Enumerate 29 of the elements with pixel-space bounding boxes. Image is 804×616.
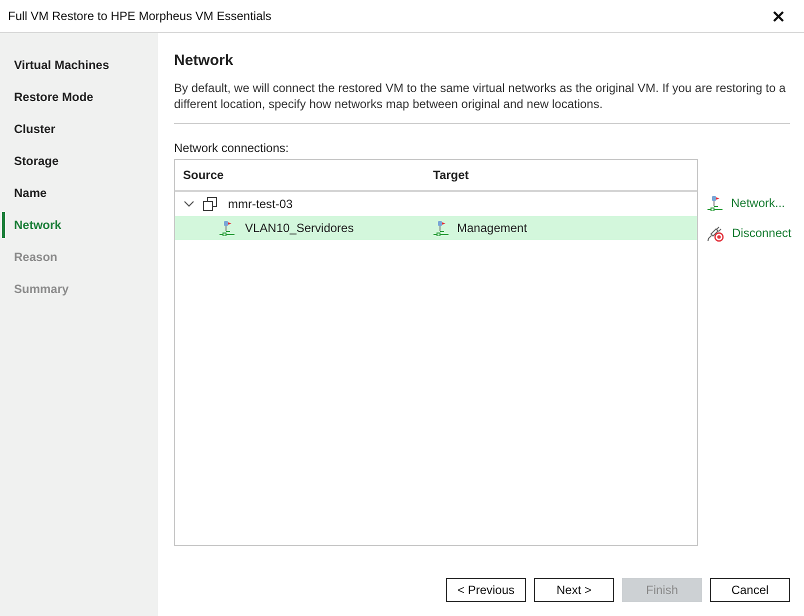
wizard-step[interactable]: Restore Mode — [2, 84, 158, 110]
list-label: Network connections: — [174, 141, 290, 155]
window-title: Full VM Restore to HPE Morpheus VM Essentials — [8, 9, 272, 23]
wizard-step[interactable]: Storage — [2, 148, 158, 174]
wizard-step[interactable]: Cluster — [2, 116, 158, 142]
source-name: mmr-test-03 — [228, 197, 293, 211]
source-name: VLAN10_Servidores — [245, 221, 354, 235]
network-icon — [219, 220, 235, 236]
network-icon — [433, 220, 449, 236]
stacked-squares-icon — [203, 197, 217, 211]
wizard-step[interactable]: Virtual Machines — [2, 52, 158, 78]
page-heading: Network — [174, 51, 234, 71]
network-icon — [707, 195, 723, 211]
page-description: By default, we will connect the restored VM to the same virtual networks as the original VM. If you are restoring to a different location, specify how networks map between original and new locations. — [174, 80, 787, 112]
network-link[interactable]: Network... — [707, 191, 792, 215]
wizard-step[interactable]: Name — [2, 180, 158, 206]
wizard-button[interactable]: Next > — [534, 578, 614, 602]
tree-row[interactable]: VLAN10_Servidores Management — [175, 216, 697, 240]
plug-disconnect-icon — [707, 224, 724, 242]
close-button[interactable] — [773, 10, 784, 22]
close-icon — [773, 10, 784, 22]
target-name: Management — [457, 221, 528, 235]
wizard-step[interactable]: Network — [2, 212, 158, 238]
column-header: Target — [432, 168, 470, 182]
disconnect-link[interactable]: Disconnect — [707, 221, 792, 245]
tree-row[interactable]: mmr-test-03 — [175, 192, 697, 216]
wizard-button[interactable]: Cancel — [710, 578, 790, 602]
wizard-button[interactable]: < Previous — [446, 578, 526, 602]
column-header: Source — [182, 168, 225, 182]
